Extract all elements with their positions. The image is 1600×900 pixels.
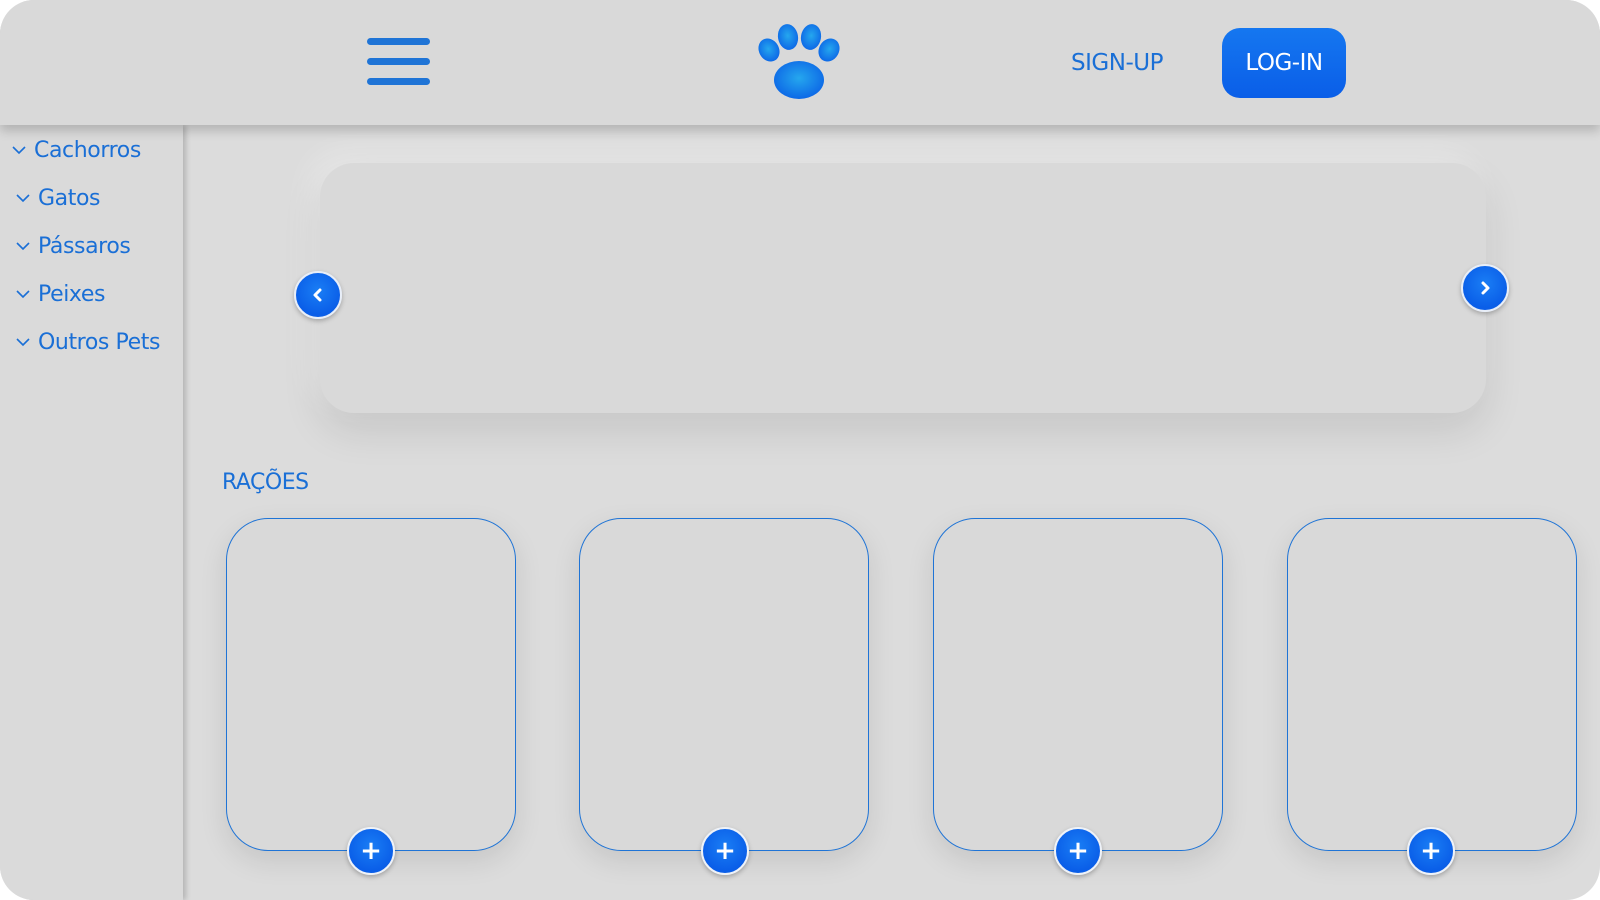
add-to-cart-button[interactable]: +: [347, 827, 395, 875]
hamburger-menu-icon[interactable]: [367, 36, 431, 88]
hamburger-line: [367, 58, 430, 65]
product-card[interactable]: [579, 518, 869, 851]
sidebar-item-peixes[interactable]: Peixes: [14, 277, 105, 311]
add-to-cart-button[interactable]: +: [1407, 827, 1455, 875]
chevron-down-icon: [16, 242, 30, 251]
top-navbar: SIGN-UP LOG-IN: [0, 0, 1600, 125]
carousel-prev-button[interactable]: [294, 271, 342, 319]
carousel-next-button[interactable]: [1461, 264, 1509, 312]
signup-link[interactable]: SIGN-UP: [1052, 43, 1182, 83]
add-to-cart-button[interactable]: +: [701, 827, 749, 875]
chevron-down-icon: [12, 146, 26, 155]
app-window: SIGN-UP LOG-IN Cachorros Gatos Pássaros …: [0, 0, 1600, 900]
sidebar-item-label: Cachorros: [34, 137, 141, 163]
sidebar-item-label: Gatos: [38, 185, 101, 211]
sidebar-item-gatos[interactable]: Gatos: [14, 181, 100, 215]
paw-print-icon[interactable]: [757, 22, 841, 102]
hamburger-line: [367, 78, 430, 85]
chevron-down-icon: [16, 194, 30, 203]
chevron-right-icon: [1481, 281, 1490, 295]
product-card[interactable]: [226, 518, 516, 851]
banner-carousel: [320, 163, 1486, 413]
sidebar-item-cachorros[interactable]: Cachorros: [10, 133, 141, 167]
sidebar-item-passaros[interactable]: Pássaros: [14, 229, 131, 263]
sidebar-item-label: Outros Pets: [38, 329, 161, 355]
product-card[interactable]: [1287, 518, 1577, 851]
chevron-left-icon: [313, 288, 322, 302]
hamburger-line: [367, 38, 430, 45]
chevron-down-icon: [16, 290, 30, 299]
category-sidebar: Cachorros Gatos Pássaros Peixes Outros P…: [0, 125, 183, 900]
chevron-down-icon: [16, 338, 30, 347]
login-button[interactable]: LOG-IN: [1222, 28, 1346, 98]
section-title-racoes: RAÇÕES: [222, 470, 309, 495]
product-card[interactable]: [933, 518, 1223, 851]
sidebar-item-label: Pássaros: [38, 233, 131, 259]
sidebar-item-outros-pets[interactable]: Outros Pets: [14, 325, 160, 359]
sidebar-item-label: Peixes: [38, 281, 106, 307]
add-to-cart-button[interactable]: +: [1054, 827, 1102, 875]
